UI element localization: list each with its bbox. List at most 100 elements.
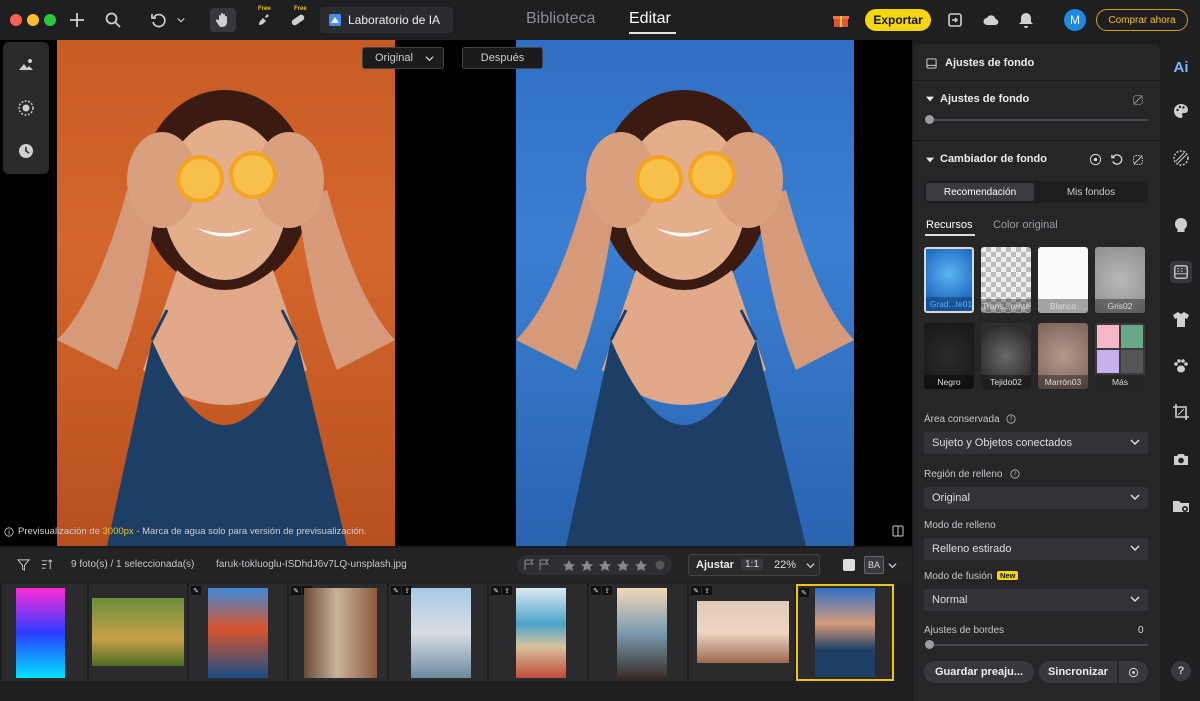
subtab-original-color[interactable]: Color original [993, 219, 1058, 231]
tab-library[interactable]: Biblioteca [526, 10, 595, 28]
chevron-down-icon[interactable] [806, 561, 815, 570]
swatch-label: Marrón03 [1038, 375, 1088, 389]
tshirt-icon[interactable] [1170, 308, 1192, 330]
reset-icon[interactable] [1110, 153, 1123, 166]
landscape-icon[interactable] [15, 54, 37, 76]
palette-icon[interactable] [1170, 100, 1192, 122]
save-preset-button[interactable]: Guardar preaju... [924, 661, 1034, 683]
swatch-label: Blanco [1038, 299, 1088, 313]
section-changer-title[interactable]: Cambiador de fondo [940, 153, 1047, 165]
hand-tool-icon[interactable] [210, 8, 236, 32]
swatch-label: Tejido02 [981, 375, 1031, 389]
edge-slider-track[interactable] [926, 644, 1148, 646]
texture-icon[interactable] [15, 97, 37, 119]
edge-slider-knob[interactable] [925, 640, 934, 649]
sync-button[interactable]: Sincronizar [1039, 661, 1117, 683]
fill-mode-select[interactable]: Relleno estirado [924, 538, 1148, 560]
ai-icon[interactable]: Ai [1170, 56, 1192, 78]
texture-icon[interactable] [1170, 147, 1192, 169]
seg-my-backgrounds[interactable]: Mis fondos [1036, 183, 1146, 201]
single-view-icon[interactable] [843, 559, 855, 571]
edited-badge: ✎ [291, 586, 301, 595]
fill-region-select[interactable]: Original [924, 487, 1148, 509]
sync-settings-button[interactable] [1119, 661, 1148, 683]
compare-after-label[interactable]: Después [462, 47, 543, 69]
background-tool-icon[interactable] [1170, 261, 1192, 283]
edge-value: 0 [1138, 625, 1144, 636]
thumbnail-skyline[interactable]: ✎ ⇪ [389, 584, 487, 681]
panel-toggle-icon[interactable] [942, 8, 968, 32]
bg-slider-knob[interactable] [925, 115, 934, 124]
subtab-resources[interactable]: Recursos [926, 219, 972, 231]
area-select[interactable]: Sujeto y Objetos conectados [924, 432, 1148, 454]
thumbnail-city-water[interactable]: ✎ [189, 584, 287, 681]
thumbnail-puppies[interactable] [89, 584, 187, 681]
crop-icon[interactable] [1170, 401, 1192, 423]
face-icon[interactable] [1170, 214, 1192, 236]
zoom-value[interactable]: 22% [774, 559, 796, 571]
eye-icon[interactable] [1089, 153, 1102, 166]
thumbnail-neon[interactable] [2, 584, 87, 681]
swatch-brown[interactable]: Marrón03 [1038, 323, 1088, 389]
add-icon[interactable] [64, 8, 90, 32]
thumbnail-balloons[interactable]: ✎ ⇪ [689, 584, 794, 681]
tab-edit[interactable]: Editar [629, 10, 671, 28]
compare-before-dropdown[interactable]: Original [362, 47, 444, 69]
help-circle-icon[interactable]: ? [1010, 469, 1020, 479]
section-bg-title[interactable]: Ajustes de fondo [940, 93, 1029, 105]
split-view-icon[interactable] [892, 525, 904, 540]
ai-lab-button[interactable]: Laboratorio de IA [320, 7, 453, 33]
chevron-down-icon[interactable] [172, 8, 190, 32]
undo-icon[interactable] [146, 8, 172, 32]
camera-icon[interactable] [1170, 448, 1192, 470]
close-window-button[interactable] [10, 14, 22, 26]
one-to-one-button[interactable]: 1:1 [741, 559, 763, 570]
bell-icon[interactable] [1013, 8, 1039, 32]
collapse-triangle-icon[interactable] [926, 95, 934, 103]
cloud-icon[interactable] [978, 8, 1004, 32]
export-button[interactable]: Exportar [865, 9, 931, 31]
gift-icon[interactable] [828, 8, 854, 32]
history-clock-icon[interactable] [15, 140, 37, 162]
swatch-gray[interactable]: Gris02 [1095, 247, 1145, 313]
chevron-down-icon [1130, 596, 1140, 603]
swatch-more[interactable]: Más [1095, 323, 1145, 389]
compare-before-label: Original [375, 52, 413, 64]
zoom-window-button[interactable] [44, 14, 56, 26]
blend-mode-select[interactable]: Normal [924, 589, 1148, 611]
swatch-black[interactable]: Negro [924, 323, 974, 389]
preview-note: Previsualización de 3000px - Marca de ag… [4, 526, 367, 537]
thumbnail-sunset-sea[interactable]: ✎ ⇪ [589, 584, 687, 681]
export-badge: ⇪ [702, 586, 712, 595]
thumbnail-street[interactable]: ✎ ⇪ [289, 584, 387, 681]
subtab-indicator [925, 234, 975, 236]
avatar[interactable]: M [1064, 9, 1086, 31]
thumbnail-woman-oranges-selected[interactable]: ✎ [796, 584, 894, 681]
blend-mode-value: Normal [932, 594, 968, 606]
seg-recommend[interactable]: Recomendación [926, 183, 1034, 201]
bg-slider-track[interactable] [926, 119, 1148, 121]
swatch-fabric[interactable]: Tejido02 [981, 323, 1031, 389]
eraser-icon[interactable] [1132, 94, 1144, 106]
swatch-transparent[interactable]: Trans...rente [981, 247, 1031, 313]
eraser-icon[interactable] [1132, 154, 1144, 166]
before-after-view-button[interactable]: BA [864, 556, 884, 574]
minimize-window-button[interactable] [27, 14, 39, 26]
sort-icon[interactable] [40, 558, 53, 574]
help-button[interactable]: ? [1171, 661, 1191, 681]
thumbnail-beach[interactable]: ✎ ⇪ [489, 584, 587, 681]
fit-button[interactable]: Ajustar [696, 559, 734, 571]
chevron-down-icon[interactable] [888, 561, 897, 570]
swatch-label: Gris02 [1095, 299, 1145, 313]
swatch-gradient[interactable]: Grad...te01 [924, 247, 974, 313]
paw-icon[interactable] [1170, 355, 1192, 377]
swatch-white[interactable]: Blanco [1038, 247, 1088, 313]
search-icon[interactable] [100, 8, 126, 32]
collapse-triangle-icon[interactable] [926, 156, 934, 164]
help-circle-icon[interactable]: ? [1006, 414, 1016, 424]
filter-icon[interactable] [16, 558, 31, 574]
edited-badge: ✎ [591, 586, 601, 595]
image-canvas[interactable]: Original Después Previsualización de 300… [0, 40, 912, 546]
buy-now-button[interactable]: Comprar ahora [1096, 9, 1188, 31]
folder-settings-icon[interactable] [1170, 495, 1192, 517]
